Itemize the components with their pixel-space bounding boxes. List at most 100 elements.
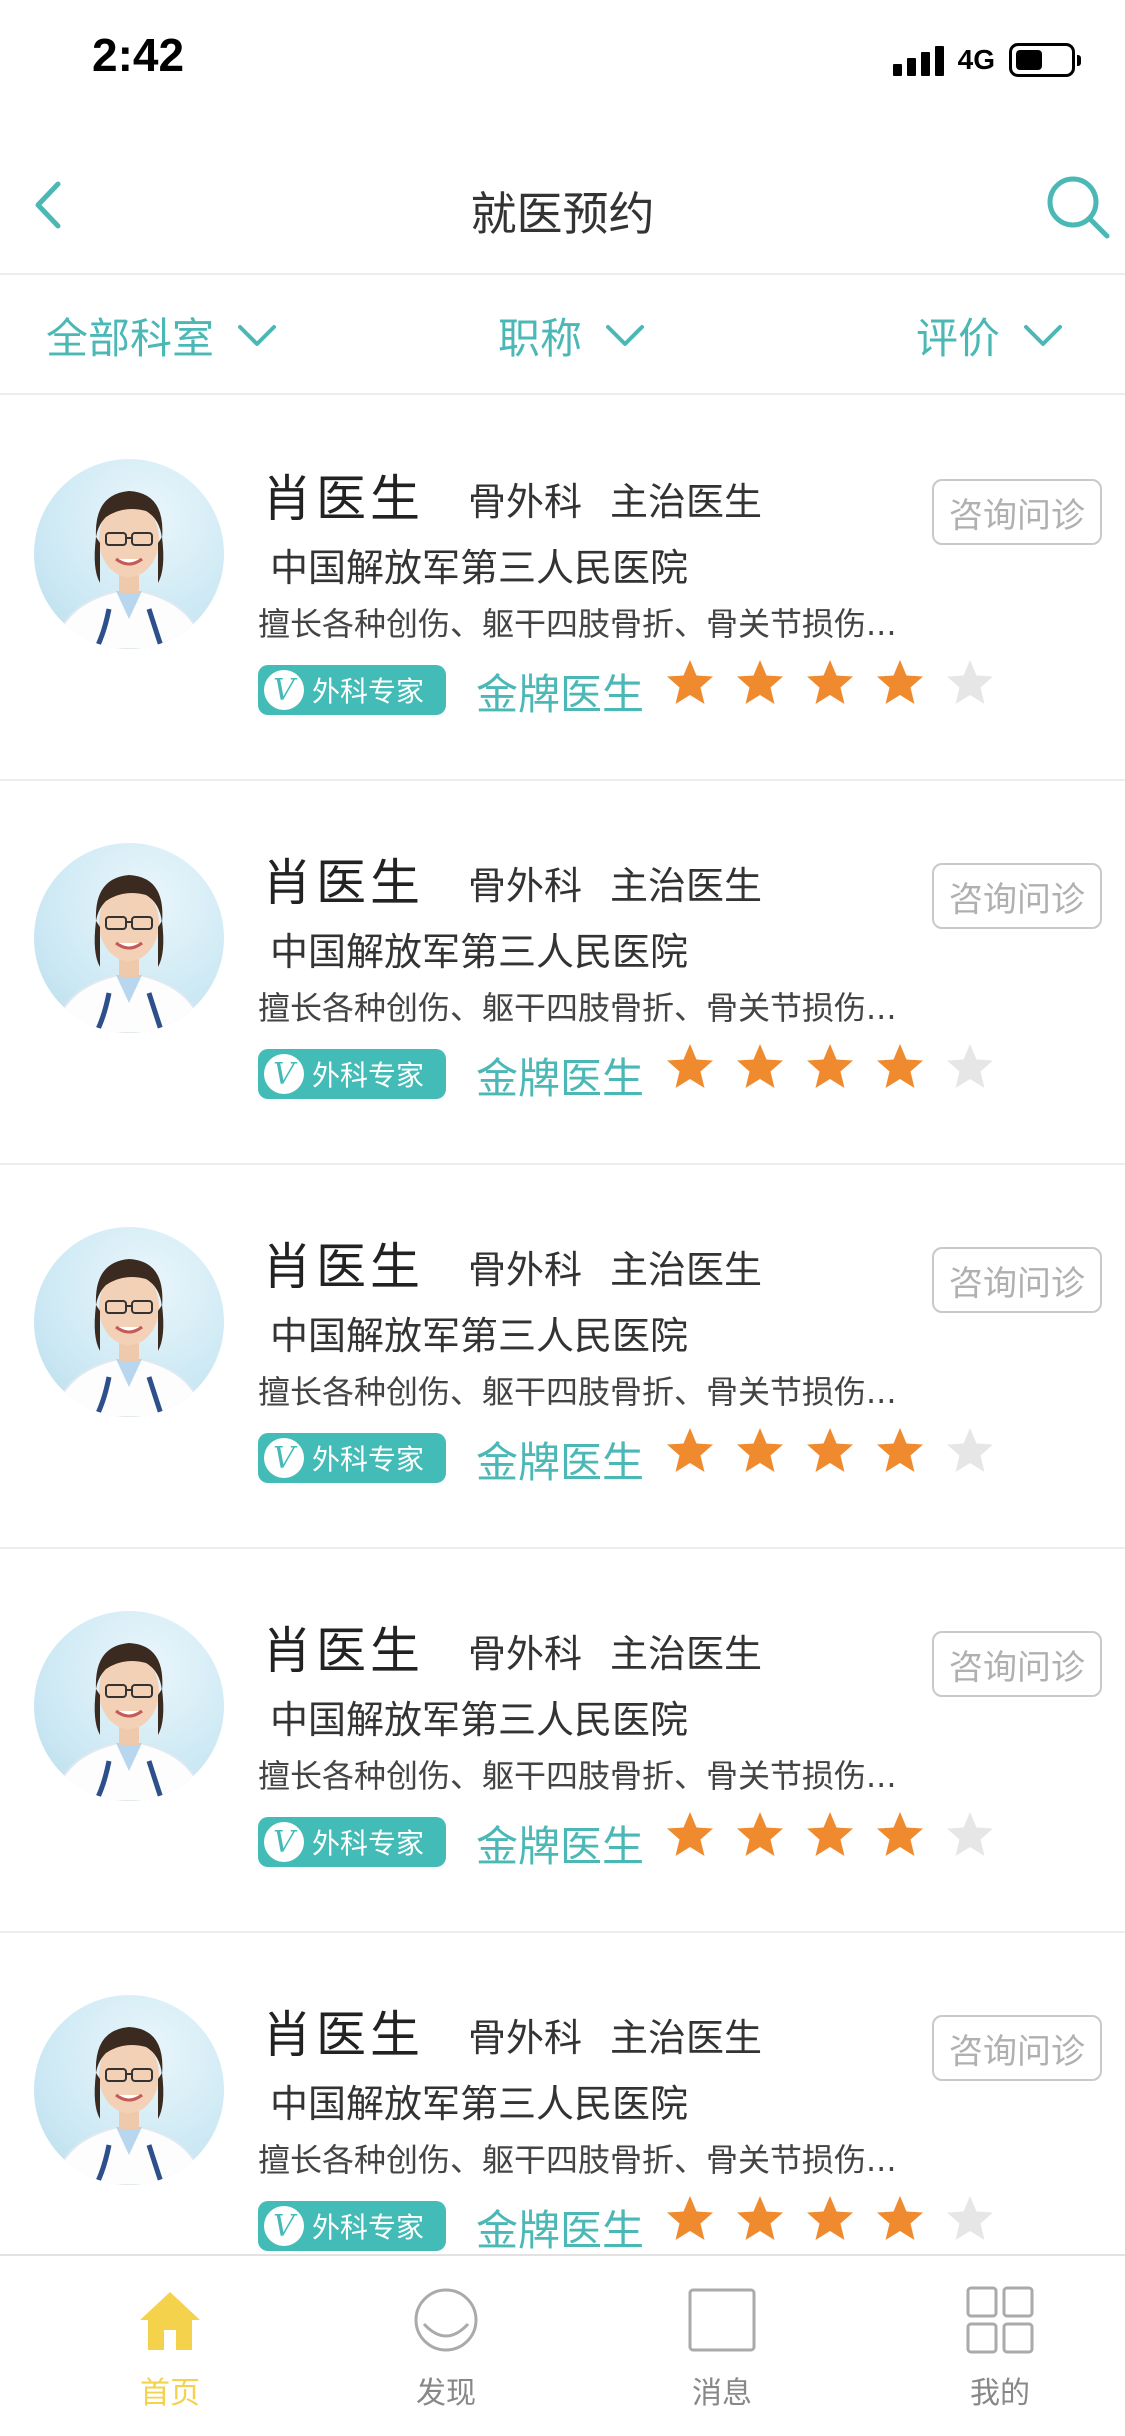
star-filled-icon (877, 660, 923, 704)
tab-label: 首页 (140, 2376, 200, 2411)
doctor-name: 肖医生 (262, 1622, 424, 1680)
star-filled-icon (877, 1428, 923, 1472)
doctor-specialty: 擅长各种创伤、躯干四肢骨折、骨关节损伤... (258, 989, 897, 1027)
doctor-level: 金牌医生 (476, 1438, 645, 1487)
consult-button[interactable]: 咨询问诊 (932, 863, 1102, 929)
doctor-title: 主治医生 (610, 480, 763, 524)
filter-department[interactable]: 全部科室 (46, 305, 278, 366)
avatar (34, 1611, 224, 1801)
badge-label: 外科专家 (312, 1827, 425, 1860)
filter-title[interactable]: 职称 (498, 305, 646, 366)
tab-discover[interactable]: 发现 (366, 2284, 526, 2412)
star-filled-icon (737, 660, 783, 704)
discover-icon (414, 2288, 478, 2352)
doctor-title: 主治医生 (610, 1248, 763, 1292)
consult-button[interactable]: 咨询问诊 (932, 479, 1102, 545)
doctor-specialty: 擅长各种创伤、躯干四肢骨折、骨关节损伤... (258, 2141, 897, 2179)
star-filled-icon (667, 2196, 713, 2240)
tab-label: 消息 (692, 2376, 752, 2411)
star-filled-icon (807, 1812, 853, 1856)
star-filled-icon (807, 2196, 853, 2240)
doctor-department: 骨外科 (468, 1248, 583, 1292)
tab-messages[interactable]: 消息 (642, 2284, 802, 2412)
doctor-card[interactable]: 肖医生 骨外科 主治医生 中国解放军第三人民医院 擅长各种创伤、躯干四肢骨折、骨… (0, 397, 1125, 781)
doctor-name: 肖医生 (262, 1238, 424, 1296)
network-type: 4G (957, 44, 995, 75)
battery-icon (1009, 43, 1081, 77)
tab-mine[interactable]: 我的 (920, 2284, 1080, 2412)
expert-badge: V 外科专家 (258, 1433, 446, 1483)
star-filled-icon (737, 1812, 783, 1856)
verified-icon: V (264, 1054, 304, 1094)
avatar (34, 459, 224, 649)
doctor-name: 肖医生 (262, 854, 424, 912)
doctor-hospital: 中国解放军第三人民医院 (270, 930, 689, 974)
badge-label: 外科专家 (312, 2211, 425, 2244)
star-filled-icon (667, 1428, 713, 1472)
avatar (34, 1227, 224, 1417)
grid-icon (966, 2286, 1034, 2354)
doctor-card[interactable]: 肖医生 骨外科 主治医生 中国解放军第三人民医院 擅长各种创伤、躯干四肢骨折、骨… (0, 1165, 1125, 1549)
doctor-title: 主治医生 (610, 1632, 763, 1676)
rating-stars (664, 1425, 996, 1477)
doctor-department: 骨外科 (468, 1632, 583, 1676)
verified-icon: V (264, 2206, 304, 2246)
verified-icon: V (264, 1822, 304, 1862)
tab-label: 发现 (416, 2376, 476, 2411)
consult-button[interactable]: 咨询问诊 (932, 1247, 1102, 1313)
doctor-card[interactable]: 肖医生 骨外科 主治医生 中国解放军第三人民医院 擅长各种创伤、躯干四肢骨折、骨… (0, 781, 1125, 1165)
doctor-specialty: 擅长各种创伤、躯干四肢骨折、骨关节损伤... (258, 605, 897, 643)
star-empty-icon (947, 1428, 993, 1472)
star-filled-icon (737, 1044, 783, 1088)
status-bar: 2:42 4G (0, 0, 1125, 120)
expert-badge: V 外科专家 (258, 1817, 446, 1867)
doctor-card[interactable]: 肖医生 骨外科 主治医生 中国解放军第三人民医院 擅长各种创伤、躯干四肢骨折、骨… (0, 1549, 1125, 1933)
expert-badge: V 外科专家 (258, 1049, 446, 1099)
page-title: 就医预约 (470, 187, 655, 241)
star-filled-icon (877, 1044, 923, 1088)
expert-badge: V 外科专家 (258, 2201, 446, 2251)
doctor-specialty: 擅长各种创伤、躯干四肢骨折、骨关节损伤... (258, 1373, 897, 1411)
verified-icon: V (264, 1438, 304, 1478)
rating-stars (664, 2193, 996, 2245)
search-icon[interactable] (1041, 170, 1113, 242)
filter-label: 全部科室 (46, 314, 215, 363)
verified-icon: V (264, 670, 304, 710)
star-filled-icon (667, 1044, 713, 1088)
star-filled-icon (737, 2196, 783, 2240)
doctor-specialty: 擅长各种创伤、躯干四肢骨折、骨关节损伤... (258, 1757, 897, 1795)
doctor-level: 金牌医生 (476, 670, 645, 719)
rating-stars (664, 1809, 996, 1861)
star-empty-icon (947, 1812, 993, 1856)
filter-rating[interactable]: 评价 (916, 305, 1064, 366)
chevron-down-icon (238, 324, 277, 346)
chevron-down-icon (606, 324, 645, 346)
star-empty-icon (947, 660, 993, 704)
doctor-title: 主治医生 (610, 2016, 763, 2060)
doctor-department: 骨外科 (468, 480, 583, 524)
status-indicators: 4G (892, 40, 1081, 80)
doctor-department: 骨外科 (468, 2016, 583, 2060)
doctor-list: 肖医生 骨外科 主治医生 中国解放军第三人民医院 擅长各种创伤、躯干四肢骨折、骨… (0, 397, 1125, 2317)
star-empty-icon (947, 2196, 993, 2240)
doctor-hospital: 中国解放军第三人民医院 (270, 546, 689, 590)
consult-button[interactable]: 咨询问诊 (932, 1631, 1102, 1697)
avatar (34, 1995, 224, 2185)
nav-bar: 就医预约 (0, 140, 1125, 275)
tab-label: 我的 (970, 2376, 1030, 2411)
doctor-level: 金牌医生 (476, 1822, 645, 1871)
tab-bar: 首页 发现 消息 我的 (0, 2254, 1125, 2436)
tab-home[interactable]: 首页 (90, 2284, 250, 2412)
doctor-level: 金牌医生 (476, 2206, 645, 2255)
star-filled-icon (737, 1428, 783, 1472)
badge-label: 外科专家 (312, 675, 425, 708)
rating-stars (664, 1041, 996, 1093)
star-filled-icon (807, 660, 853, 704)
signal-icon (892, 44, 944, 76)
avatar (34, 843, 224, 1033)
consult-button[interactable]: 咨询问诊 (932, 2015, 1102, 2081)
star-filled-icon (877, 1812, 923, 1856)
star-filled-icon (807, 1044, 853, 1088)
doctor-hospital: 中国解放军第三人民医院 (270, 2082, 689, 2126)
badge-label: 外科专家 (312, 1059, 425, 1092)
